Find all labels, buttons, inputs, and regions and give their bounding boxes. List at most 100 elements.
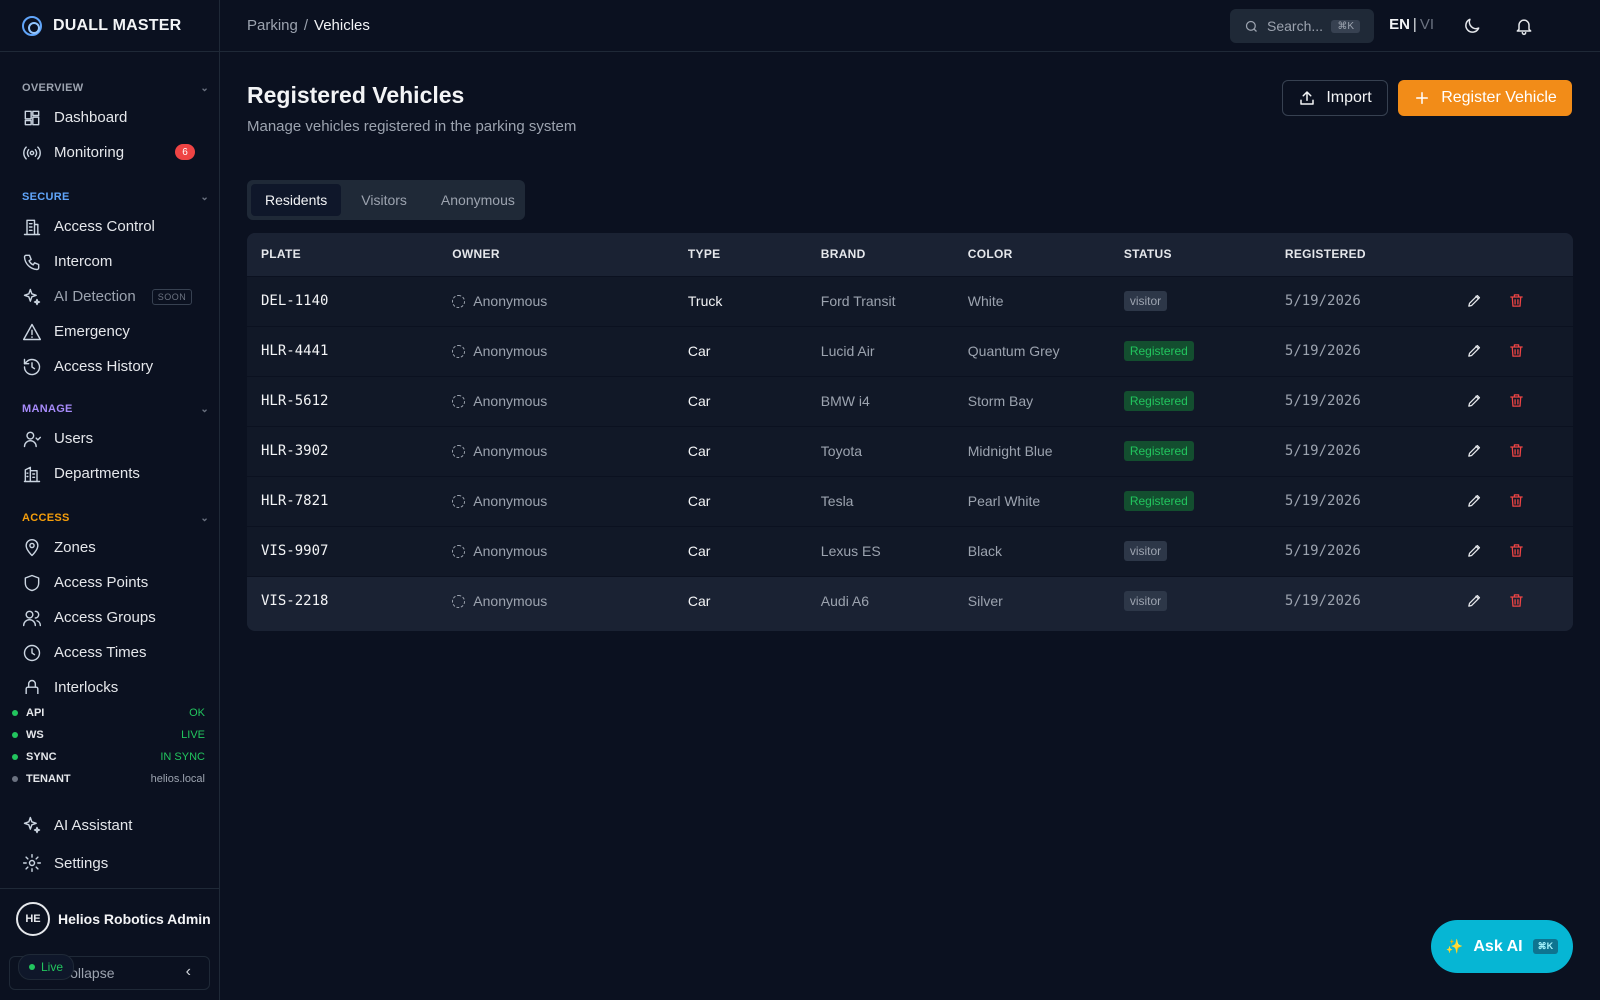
sidebar-item-settings[interactable]: Settings [0,844,219,882]
upload-icon [1300,91,1315,105]
sidebar-item-ai-detection[interactable]: AI Detection SOON [0,279,219,314]
column-header-brand[interactable]: BRAND [807,233,954,276]
color-cell: Black [967,543,1002,559]
column-header-type[interactable]: TYPE [674,233,807,276]
column-header-plate[interactable]: PLATE [247,233,438,276]
section-title: SECURE [22,191,70,203]
column-header-registered[interactable]: REGISTERED [1271,233,1452,276]
brand[interactable]: DUALL MASTER [0,0,219,52]
trash-icon[interactable] [1508,342,1526,360]
users-icon [22,610,42,626]
sidebar-item-label: Access Control [54,218,155,235]
trash-icon[interactable] [1508,592,1526,610]
sidebar-item-monitoring[interactable]: Monitoring 6 [0,135,219,170]
edit-icon[interactable] [1466,492,1484,510]
owner-name: Anonymous [473,293,548,309]
section-header[interactable]: SECURE ⌄ [0,189,219,205]
sidebar-item-intercom[interactable]: Intercom [0,244,219,279]
sidebar-item-zones[interactable]: Zones [0,530,219,565]
sidebar-item-departments[interactable]: Departments [0,456,219,491]
table-row[interactable]: HLR-5612 Anonymous Car BMW i4 Storm Bay … [247,376,1573,426]
owner-cell: Anonymous [438,376,674,426]
status-dot-icon [12,776,18,782]
plate-cell: HLR-5612 [261,393,329,409]
sidebar-item-access-control[interactable]: Access Control [0,209,219,244]
trash-icon[interactable] [1508,542,1526,560]
sidebar-item-ai-assistant[interactable]: AI Assistant [0,806,219,844]
sidebar-item-access-groups[interactable]: Access Groups [0,600,219,635]
edit-icon[interactable] [1466,592,1484,610]
status-key: TENANT [26,773,71,785]
sidebar-item-label: Emergency [54,323,130,340]
column-header-status[interactable]: STATUS [1110,233,1271,276]
tab-residents[interactable]: Residents [251,184,342,216]
trash-icon[interactable] [1508,292,1526,310]
table-row[interactable]: HLR-4441 Anonymous Car Lucid Air Quantum… [247,326,1573,376]
lang-en[interactable]: EN [1389,16,1410,33]
sidebar-item-emergency[interactable]: Emergency [0,314,219,349]
user-icon [23,431,42,447]
owner-name: Anonymous [473,493,548,509]
brand-cell: BMW i4 [820,393,870,409]
search-box[interactable]: Search... ⌘K [1230,9,1374,43]
building-icon [23,219,41,235]
section-title: MANAGE [22,403,73,415]
sidebar-item-users[interactable]: Users [0,421,219,456]
user-profile[interactable]: HE Helios Robotics Admin [0,888,219,948]
broadcast-icon [23,145,41,160]
tab-visitors[interactable]: Visitors [347,184,421,216]
plus-icon [1416,92,1429,104]
breadcrumb-parking[interactable]: Parking [247,17,298,34]
trash-icon[interactable] [1508,392,1526,410]
edit-icon[interactable] [1466,392,1484,410]
brand-cell: Lexus ES [820,543,881,559]
trash-icon[interactable] [1508,442,1526,460]
edit-icon[interactable] [1466,442,1484,460]
column-header-color[interactable]: COLOR [954,233,1110,276]
sidebar-item-access-times[interactable]: Access Times [0,635,219,670]
register-vehicle-button[interactable]: Register Vehicle [1398,80,1572,116]
trash-icon[interactable] [1508,492,1526,510]
vehicle-tabs: Residents Visitors Anonymous [247,180,525,220]
ask-ai-button[interactable]: ✨ Ask AI ⌘K [1431,920,1573,973]
type-cell: Car [687,393,711,409]
table-row[interactable]: HLR-7821 Anonymous Car Tesla Pearl White… [247,476,1573,526]
status-cell: visitor [1110,576,1271,626]
avatar: HE [16,901,50,936]
edit-icon[interactable] [1466,542,1484,560]
sidebar-item-label: Settings [54,854,109,872]
language-switcher[interactable]: EN | VI [1389,16,1434,33]
anonymous-icon [452,544,466,558]
sidebar-item-access-points[interactable]: Access Points [0,565,219,600]
section-header[interactable]: MANAGE ⌄ [0,401,219,417]
section-header[interactable]: OVERVIEW ⌄ [0,80,219,96]
import-button[interactable]: Import [1282,80,1388,116]
sidebar-item-access-history[interactable]: Access History [0,349,219,384]
section-header[interactable]: ACCESS ⌄ [0,510,219,526]
plate-cell: DEL-1140 [261,293,329,309]
import-label: Import [1326,89,1372,106]
clock-icon [23,644,41,661]
bell-icon[interactable] [1514,16,1534,36]
table-row[interactable]: VIS-9907 Anonymous Car Lexus ES Black vi… [247,526,1573,576]
type-cell: Car [687,343,711,359]
table-row[interactable]: VIS-2218 Anonymous Car Audi A6 Silver vi… [247,576,1573,626]
tab-anonymous[interactable]: Anonymous [427,184,529,216]
anonymous-icon [452,594,466,608]
status-badge: visitor [1123,591,1168,612]
column-header-owner[interactable]: OWNER [438,233,674,276]
table-row[interactable]: DEL-1140 Anonymous Truck Ford Transit Wh… [247,276,1573,326]
owner-name: Anonymous [473,343,548,359]
status-value: LIVE [181,729,205,741]
brand-cell: Lucid Air [820,343,875,359]
table-row[interactable]: HLR-3902 Anonymous Car Toyota Midnight B… [247,426,1573,476]
moon-icon[interactable] [1462,16,1482,36]
actions-cell [1452,476,1573,526]
edit-icon[interactable] [1466,292,1484,310]
lang-vi[interactable]: VI [1420,16,1434,33]
brand-cell: Audi A6 [820,593,870,610]
type-cell: Car [687,443,711,459]
sidebar-item-dashboard[interactable]: Dashboard [0,100,219,135]
sidebar-item-interlocks[interactable]: Interlocks [0,670,219,694]
edit-icon[interactable] [1466,342,1484,360]
